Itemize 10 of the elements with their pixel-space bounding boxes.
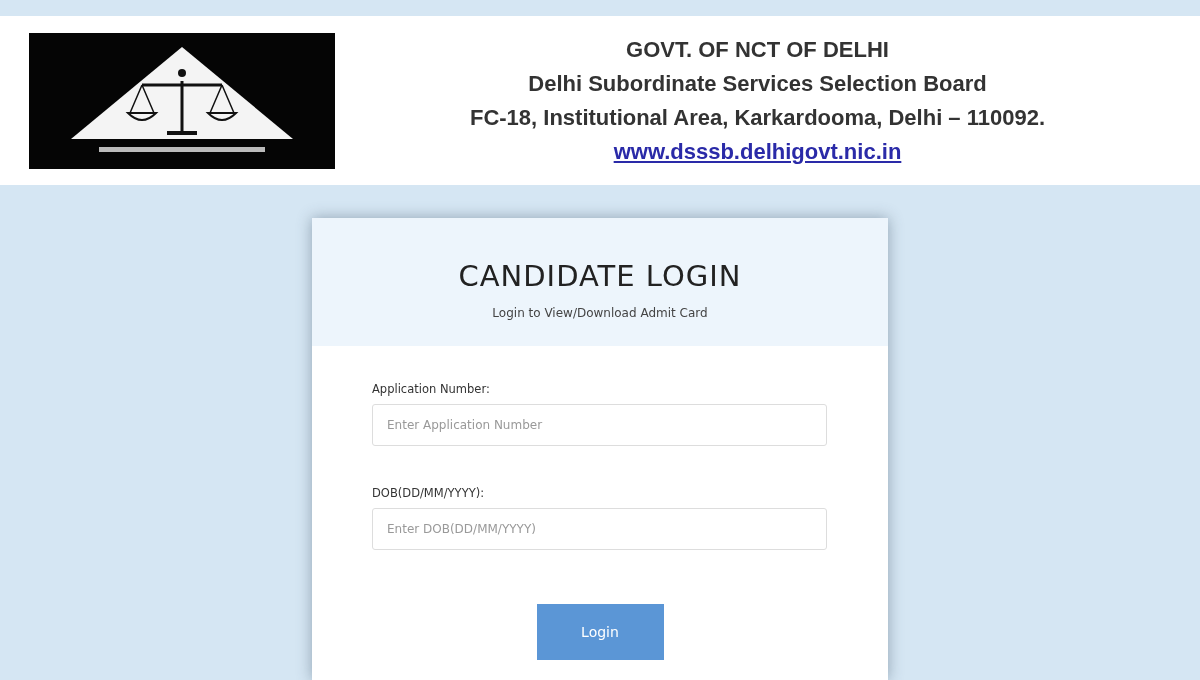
field-label: Application Number: [372, 382, 491, 396]
field-label: DOB(DD/MM/YYYY): [372, 486, 486, 500]
input-field[interactable]: Enter Application Number [372, 404, 827, 446]
login-subtitle: Login to View/Download Admit Card [492, 306, 708, 320]
input-field[interactable]: Enter DOB(DD/MM/YYYY) [372, 508, 827, 550]
header-line: GOVT. OF NCT OF DELHI [626, 35, 889, 64]
header-line: Delhi Subordinate Services Selection Board [528, 69, 987, 98]
header-line: FC-18, Institutional Area, Karkardooma, Delhi – 110092. [469, 103, 1046, 132]
login-title: CANDIDATE LOGIN [458, 258, 742, 294]
website-link[interactable]: www.dsssb.delhigovt.nic.in [613, 134, 902, 169]
